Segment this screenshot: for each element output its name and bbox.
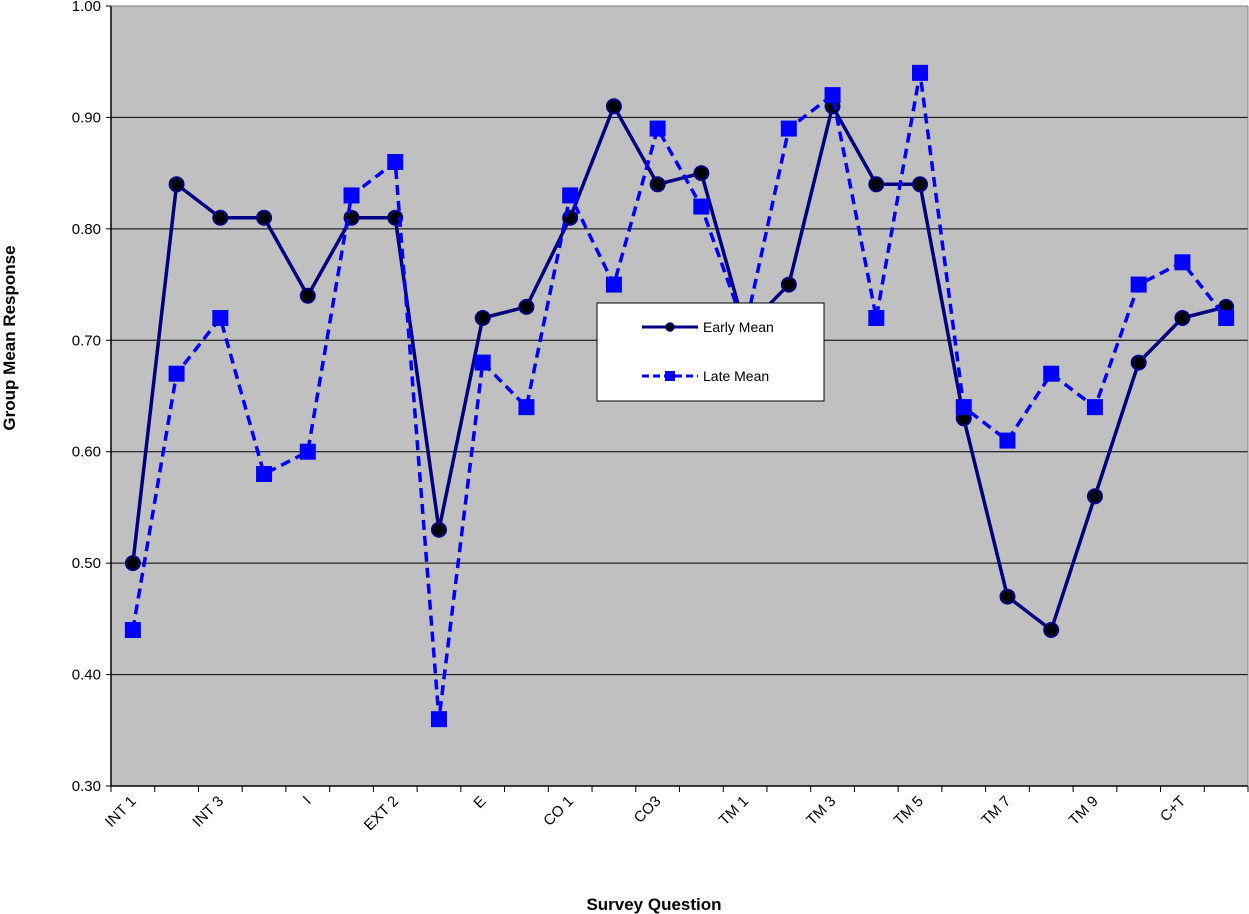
data-point [1043,622,1060,638]
data-point [1130,354,1147,371]
x-tick-label: I [300,793,315,808]
data-point [1086,488,1103,505]
data-point [912,176,929,193]
data-point [912,64,929,81]
data-point [1043,365,1060,382]
data-point [518,298,535,315]
data-point [693,198,710,215]
y-tick-label: 0.60 [72,444,101,461]
y-tick-label: 0.40 [72,667,101,684]
legend: Early Mean Late Mean [596,302,825,402]
x-tick-label: CO 1 [540,793,577,830]
data-point [124,555,141,572]
data-point [299,443,316,460]
data-point [824,87,841,104]
data-point [999,432,1016,449]
data-point [693,165,710,182]
y-tick-label: 0.70 [72,332,101,349]
data-point [780,276,797,293]
x-tick-label: EXT 2 [361,793,402,834]
data-point [999,588,1016,605]
y-axis-title: Group Mean Response [0,245,19,430]
legend-early-label: Early Mean [703,319,774,335]
data-point [299,287,316,304]
line-chart: 0.30 0.40 0.50 0.60 0.70 0.80 0.90 1.00 INT 1 IN… [0,0,1249,914]
y-tick-label: 0.50 [72,555,101,572]
data-point [1218,310,1235,326]
y-tick-label: 0.90 [72,109,101,126]
data-point [868,310,885,326]
data-point [256,209,273,226]
data-point [430,711,447,728]
data-point [780,120,797,137]
data-point [955,399,972,416]
x-tick-label: CO3 [631,793,665,827]
x-tick-label: INT 1 [102,793,140,831]
y-tick-label: 0.30 [72,778,101,795]
data-point [649,176,666,193]
legend-late-marker [665,371,675,381]
data-point [1086,399,1103,416]
x-tick-label: TM 1 [716,793,752,829]
x-tick-label: TM 7 [978,793,1014,829]
x-tick-label: TM 9 [1066,793,1102,829]
x-tick-label: TM 5 [891,793,927,829]
data-point [387,154,404,170]
x-tick-label: E [470,793,489,812]
data-point [474,310,491,326]
data-point [1174,254,1191,271]
data-point [649,120,666,137]
data-point [168,365,185,382]
data-point [562,187,579,204]
x-axis-title: Survey Question [586,895,721,914]
data-point [474,354,491,371]
data-point [212,209,229,226]
y-tick-label: 1.00 [72,0,101,15]
data-point [212,310,229,326]
x-tick-label: C+T [1157,793,1189,825]
legend-early-marker [665,322,675,332]
legend-box [596,302,825,402]
data-point [430,521,447,538]
y-tick-label: 0.80 [72,221,101,238]
legend-late-label: Late Mean [703,368,769,384]
x-tick-label: TM 3 [803,793,839,829]
data-point [605,98,622,115]
data-point [868,176,885,193]
data-point [1174,310,1191,326]
data-point [518,399,535,416]
data-point [343,187,360,204]
x-tick-label: INT 3 [189,793,227,831]
data-point [256,466,273,482]
data-point [605,276,622,293]
data-point [168,176,185,193]
data-point [1130,276,1147,293]
data-point [124,622,141,638]
